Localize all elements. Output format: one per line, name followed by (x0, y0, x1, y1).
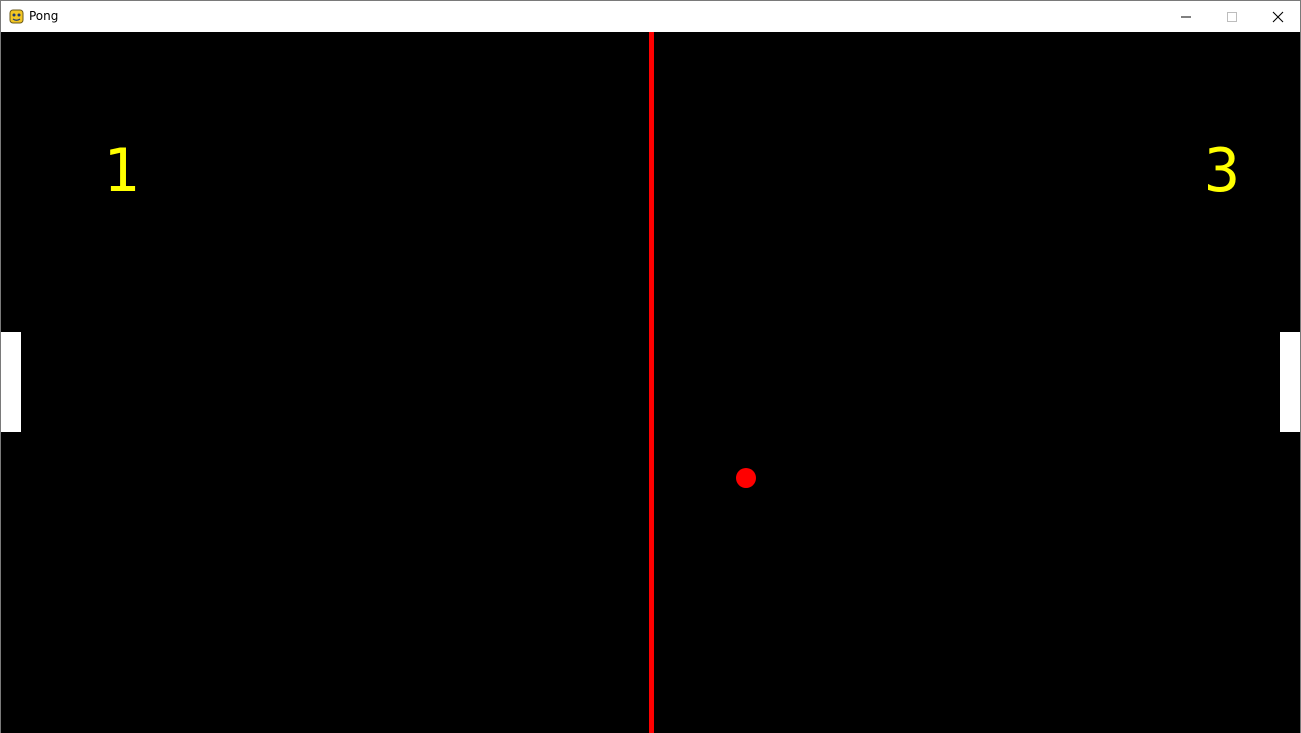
ball (736, 468, 756, 488)
title-bar[interactable]: Pong (1, 1, 1300, 32)
close-button[interactable] (1255, 1, 1301, 32)
center-net-line (649, 32, 654, 733)
close-icon (1272, 11, 1284, 23)
pygame-snake-icon (9, 9, 24, 24)
game-canvas[interactable]: 1 3 (1, 32, 1300, 733)
score-left: 1 (103, 136, 140, 206)
minimize-icon (1181, 16, 1191, 18)
pong-window: Pong 1 3 (0, 0, 1301, 733)
window-title: Pong (29, 9, 59, 23)
maximize-icon (1227, 12, 1237, 22)
left-paddle (1, 332, 21, 432)
score-right: 3 (1204, 136, 1241, 206)
right-paddle (1280, 332, 1300, 432)
maximize-button[interactable] (1209, 1, 1255, 32)
minimize-button[interactable] (1163, 1, 1209, 32)
